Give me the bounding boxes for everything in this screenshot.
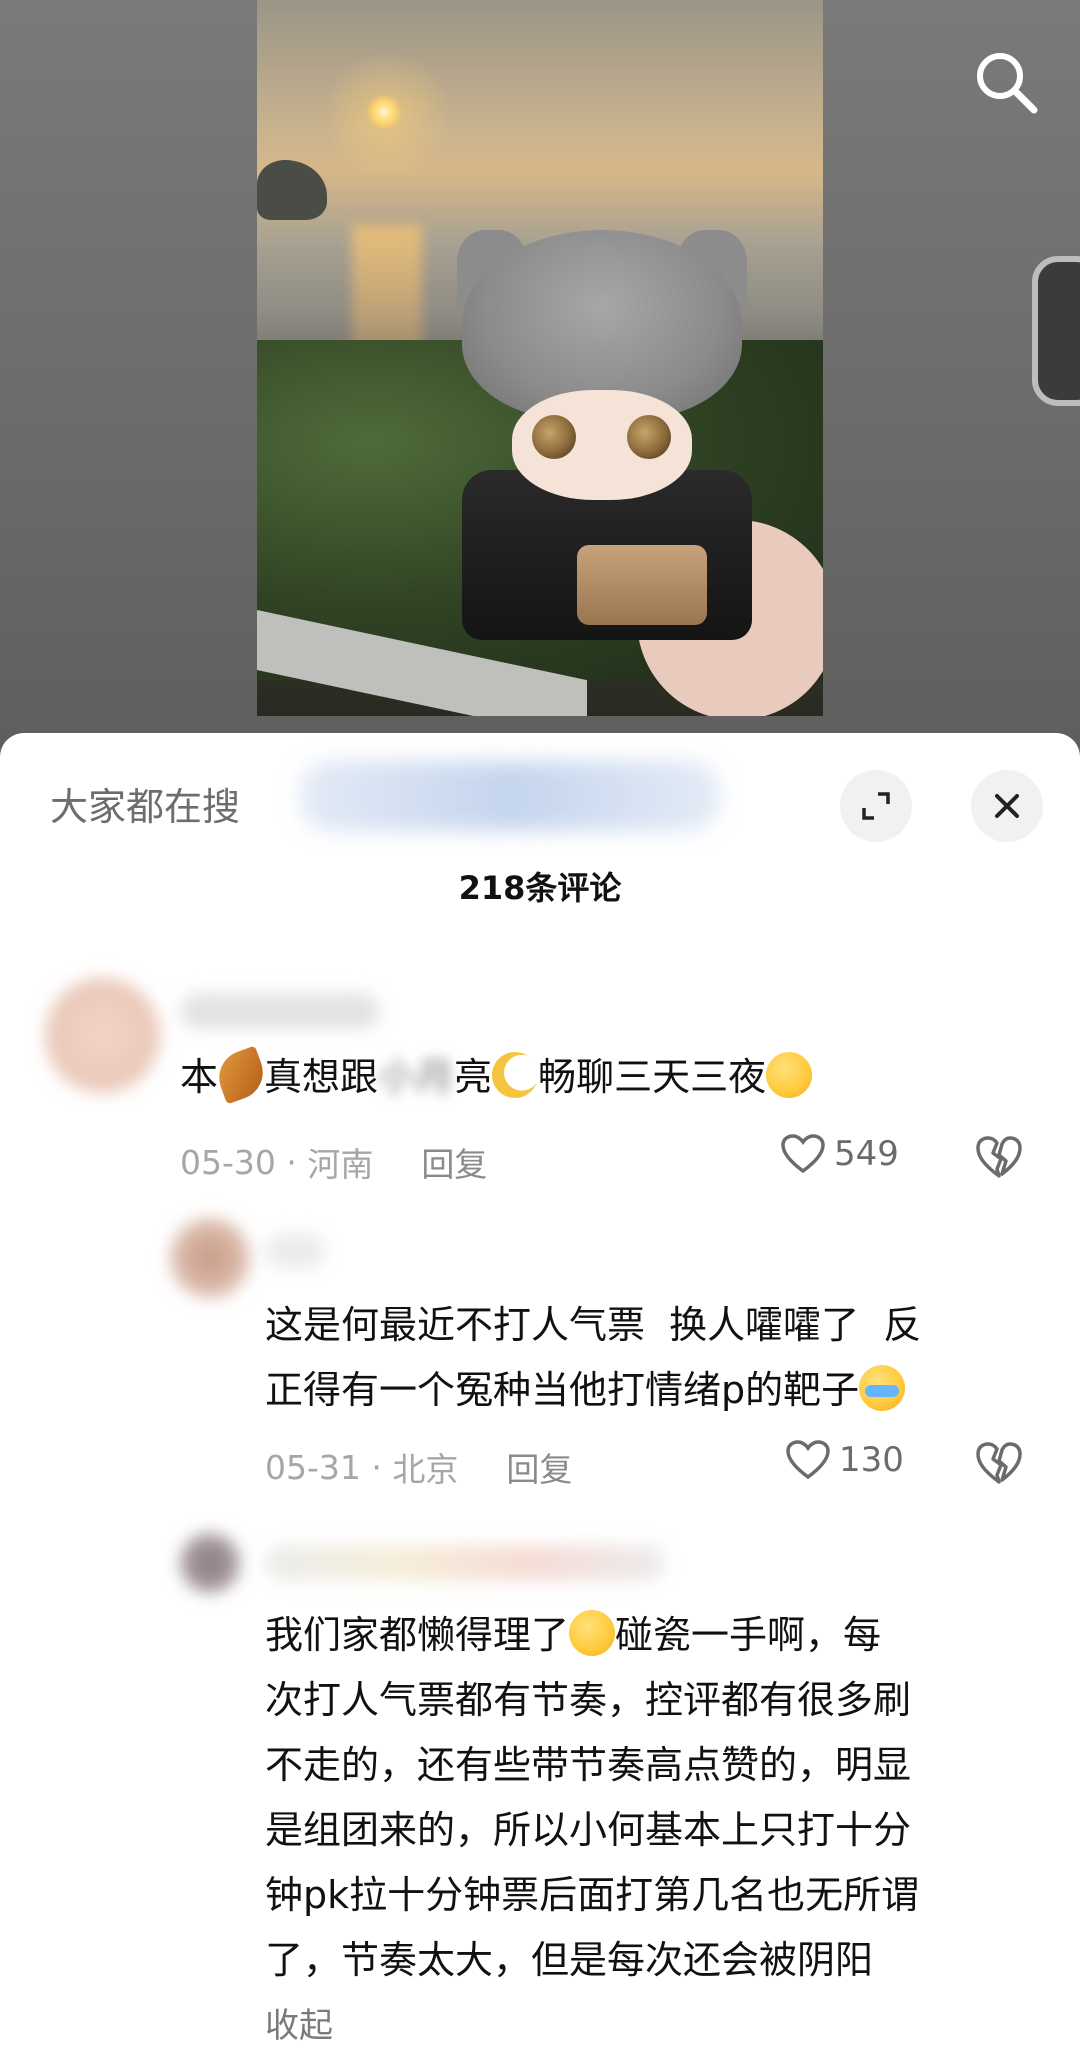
screen: 大家都在搜 218条评论 本 真想跟小月亮 畅聊三天三夜 05-30 · 河南 回… [0,0,1080,2061]
leaf-emoji-icon [211,1045,271,1105]
moon-emoji-icon [492,1052,539,1098]
doll-eye-right [627,415,671,459]
avatar[interactable] [170,1218,250,1298]
search-suggestion-blurred[interactable] [300,761,720,831]
comment-sheet: 大家都在搜 218条评论 本 真想跟小月亮 畅聊三天三夜 05-30 · 河南 回… [0,733,1080,2061]
comment-text-line: 不走的，还有些带节奏高点赞的，明显 [265,1743,912,1787]
pleading-emoji-icon [766,1052,813,1098]
search-icon[interactable] [972,48,1042,118]
comment-text-blurred: 小月 [378,1055,455,1099]
comment-text: 这是何最近不打人气票 换人嚯嚯了 反 正得有一个冤种当他打情绪p的靶子 [265,1293,1045,1423]
comment-text-part: 本 [180,1055,219,1099]
comment-text-part: 正得有一个冤种当他打情绪p的靶子 [265,1368,860,1412]
comment-text: 我们家都懒得理了 碰瓷一手啊，每 次打人气票都有节奏，控评都有很多刷 不走的，还有… [265,1603,1065,1993]
comment-text-part: 我们家都懒得理了 [265,1613,570,1657]
comment-text: 本 真想跟小月亮 畅聊三天三夜 [180,1045,813,1110]
side-panel-tab[interactable] [1032,256,1080,406]
meta-separator: · [275,1142,308,1182]
comment-text-part: 真想跟 [264,1055,379,1099]
comment-region: 北京 [392,1450,459,1489]
like-button[interactable]: 549 [780,1133,899,1175]
comment-text-line: 我们家都懒得理了 碰瓷一手啊，每 [265,1603,1065,1668]
crying-emoji-icon [859,1365,906,1411]
rock-silhouette [257,160,327,220]
comment-region: 河南 [307,1145,374,1184]
avatar[interactable] [180,1533,240,1593]
comment-count: 218条评论 [458,869,622,907]
heart-icon [781,1134,825,1174]
like-count: 130 [839,1440,904,1480]
meta-separator: · [360,1447,393,1487]
comment-text-line: 了，节奏太大，但是每次还会被阴阳 [265,1938,874,1982]
comment-text-line: 次打人气票都有节奏，控评都有很多刷 [265,1678,912,1722]
username-blurred[interactable] [180,993,380,1029]
heart-icon [786,1440,830,1480]
like-count: 549 [834,1134,899,1174]
reply-button[interactable]: 回复 [506,1443,572,1491]
doll-bag [577,545,707,625]
like-button[interactable]: 130 [785,1439,904,1481]
reply-button[interactable]: 回复 [421,1138,487,1186]
comment-text-part: 畅聊三天三夜 [538,1055,767,1099]
comment-text-line: 正得有一个冤种当他打情绪p的靶子 [265,1358,1045,1423]
comment-text-line: 这是何最近不打人气票 换人嚯嚯了 反 [265,1303,922,1347]
broken-heart-icon[interactable] [973,1437,1025,1489]
comment-date: 05-30 [180,1142,276,1182]
search-suggestion-row[interactable]: 大家都在搜 [50,773,240,833]
search-suggestion-prefix[interactable]: 大家都在搜 [50,776,240,831]
close-button[interactable] [971,770,1043,842]
username-blurred[interactable] [265,1233,325,1269]
comment-text-part: 亮 [454,1055,493,1099]
comment-date: 05-31 [265,1447,361,1487]
comment-meta: 05-31 · 北京 回复 [265,1443,572,1491]
avatar[interactable] [45,978,160,1093]
username-blurred[interactable] [265,1545,665,1581]
close-icon [995,794,1019,818]
doll-eye-left [532,415,576,459]
collapse-button[interactable]: 收起 [265,1998,333,2047]
comment-text-part: 碰瓷一手啊，每 [615,1613,882,1657]
comment-text-line: 钟pk拉十分钟票后面打第几名也无所谓 [265,1873,920,1917]
comment-meta: 05-30 · 河南 回复 [180,1138,487,1186]
eye-roll-emoji-icon [569,1610,616,1656]
sun [367,95,401,129]
broken-heart-icon[interactable] [973,1131,1025,1183]
post-photo[interactable] [257,0,823,716]
comment-text-line: 是组团来的，所以小何基本上只打十分 [265,1808,912,1852]
expand-button[interactable] [840,770,912,842]
video-area[interactable] [0,0,1080,760]
expand-icon [862,792,890,820]
